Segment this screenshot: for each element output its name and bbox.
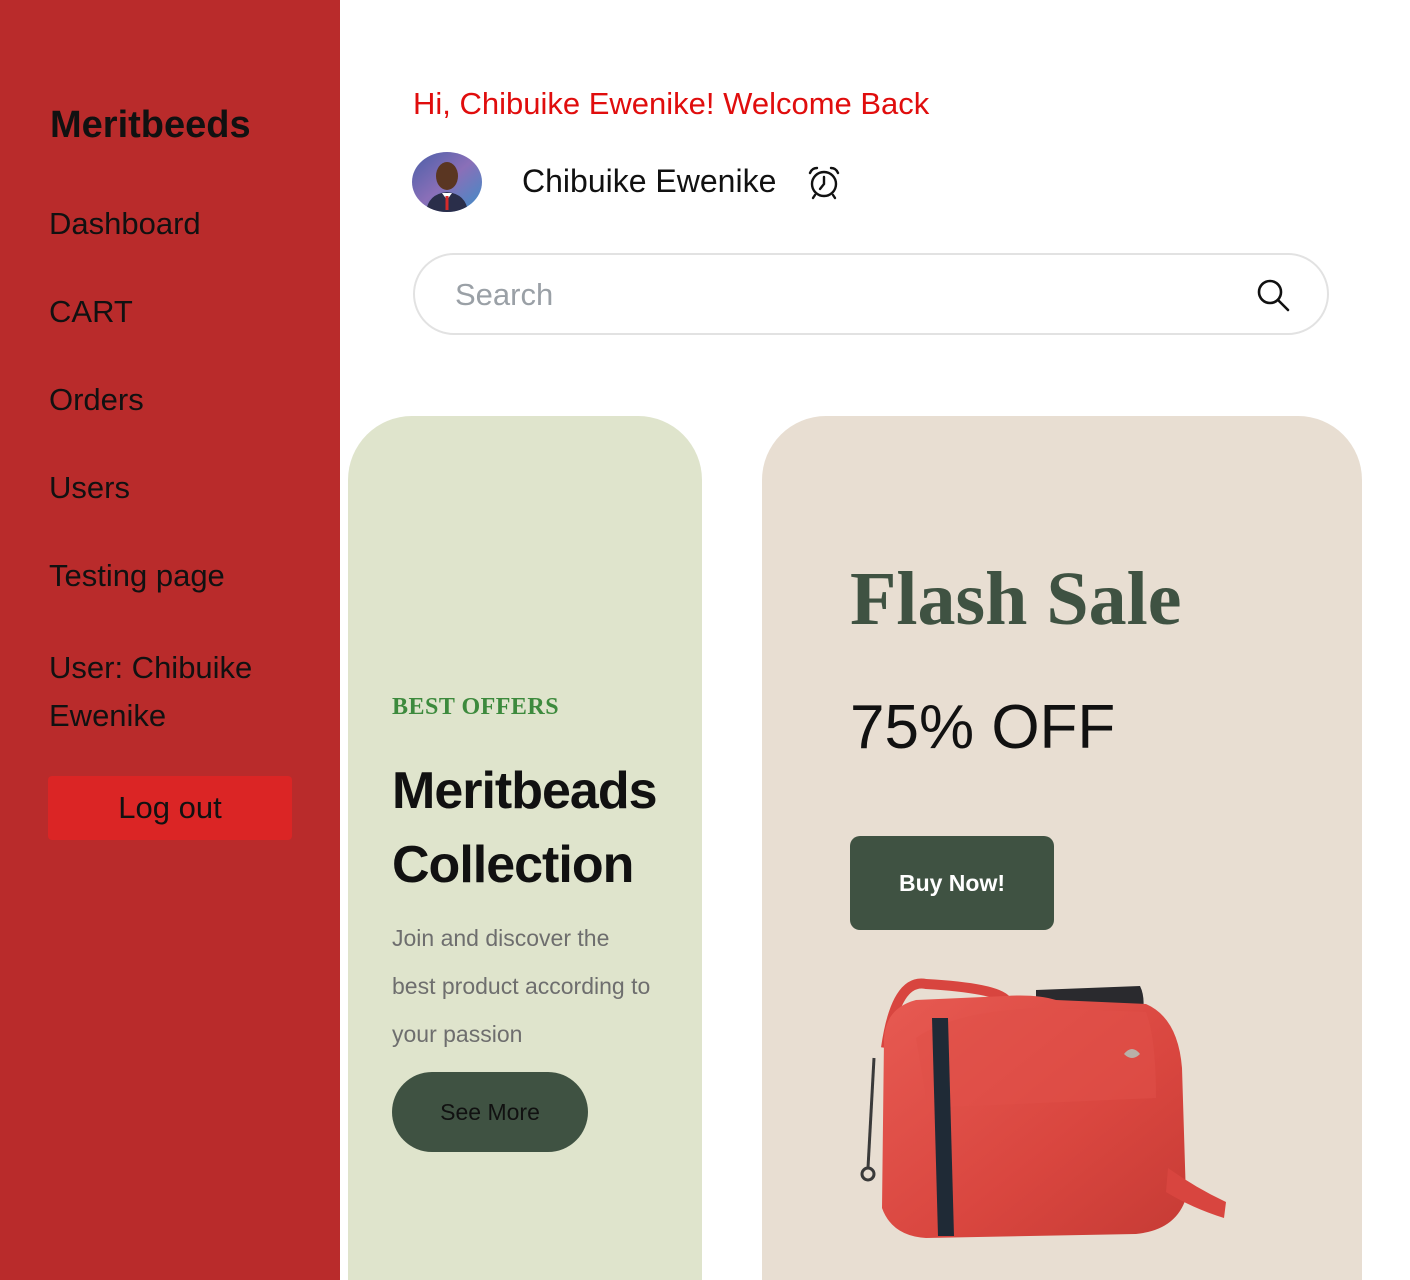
best-offers-tag: BEST OFFERS xyxy=(392,694,560,720)
sidebar-item-orders[interactable]: Orders xyxy=(49,382,144,418)
see-more-button[interactable]: See More xyxy=(392,1072,588,1152)
avatar[interactable] xyxy=(412,152,482,212)
search-input[interactable] xyxy=(455,273,1215,317)
sidebar: Meritbeeds Dashboard CART Orders Users T… xyxy=(0,0,340,1280)
collection-title: Meritbeads Collection xyxy=(392,762,658,894)
current-user-label: User: Chibuike Ewenike xyxy=(49,650,253,733)
sidebar-item-testing-page[interactable]: Testing page xyxy=(49,558,225,594)
search-bar xyxy=(413,253,1329,335)
flash-sale-card: Flash Sale 75% OFF Buy Now! xyxy=(762,416,1362,1280)
buy-now-button[interactable]: Buy Now! xyxy=(850,836,1054,930)
brand-title: Meritbeeds xyxy=(50,104,251,146)
collection-description: Join and discover the best product accor… xyxy=(392,925,651,1047)
sidebar-item-dashboard[interactable]: Dashboard xyxy=(49,206,201,242)
welcome-greeting: Hi, Chibuike Ewenike! Welcome Back xyxy=(413,86,930,121)
flash-sale-title: Flash Sale xyxy=(850,557,1182,641)
avatar-image xyxy=(412,152,482,212)
discount-label: 75% OFF xyxy=(850,693,1116,762)
alarm-clock-icon[interactable] xyxy=(806,164,842,200)
sidebar-item-users[interactable]: Users xyxy=(49,470,130,506)
search-icon[interactable] xyxy=(1255,277,1293,315)
red-handbag-image xyxy=(856,978,1236,1248)
username: Chibuike Ewenike xyxy=(522,163,777,199)
logout-button[interactable]: Log out xyxy=(48,776,292,840)
best-offers-card: BEST OFFERS Meritbeads Collection Join a… xyxy=(348,416,702,1280)
sidebar-item-cart[interactable]: CART xyxy=(49,294,133,330)
